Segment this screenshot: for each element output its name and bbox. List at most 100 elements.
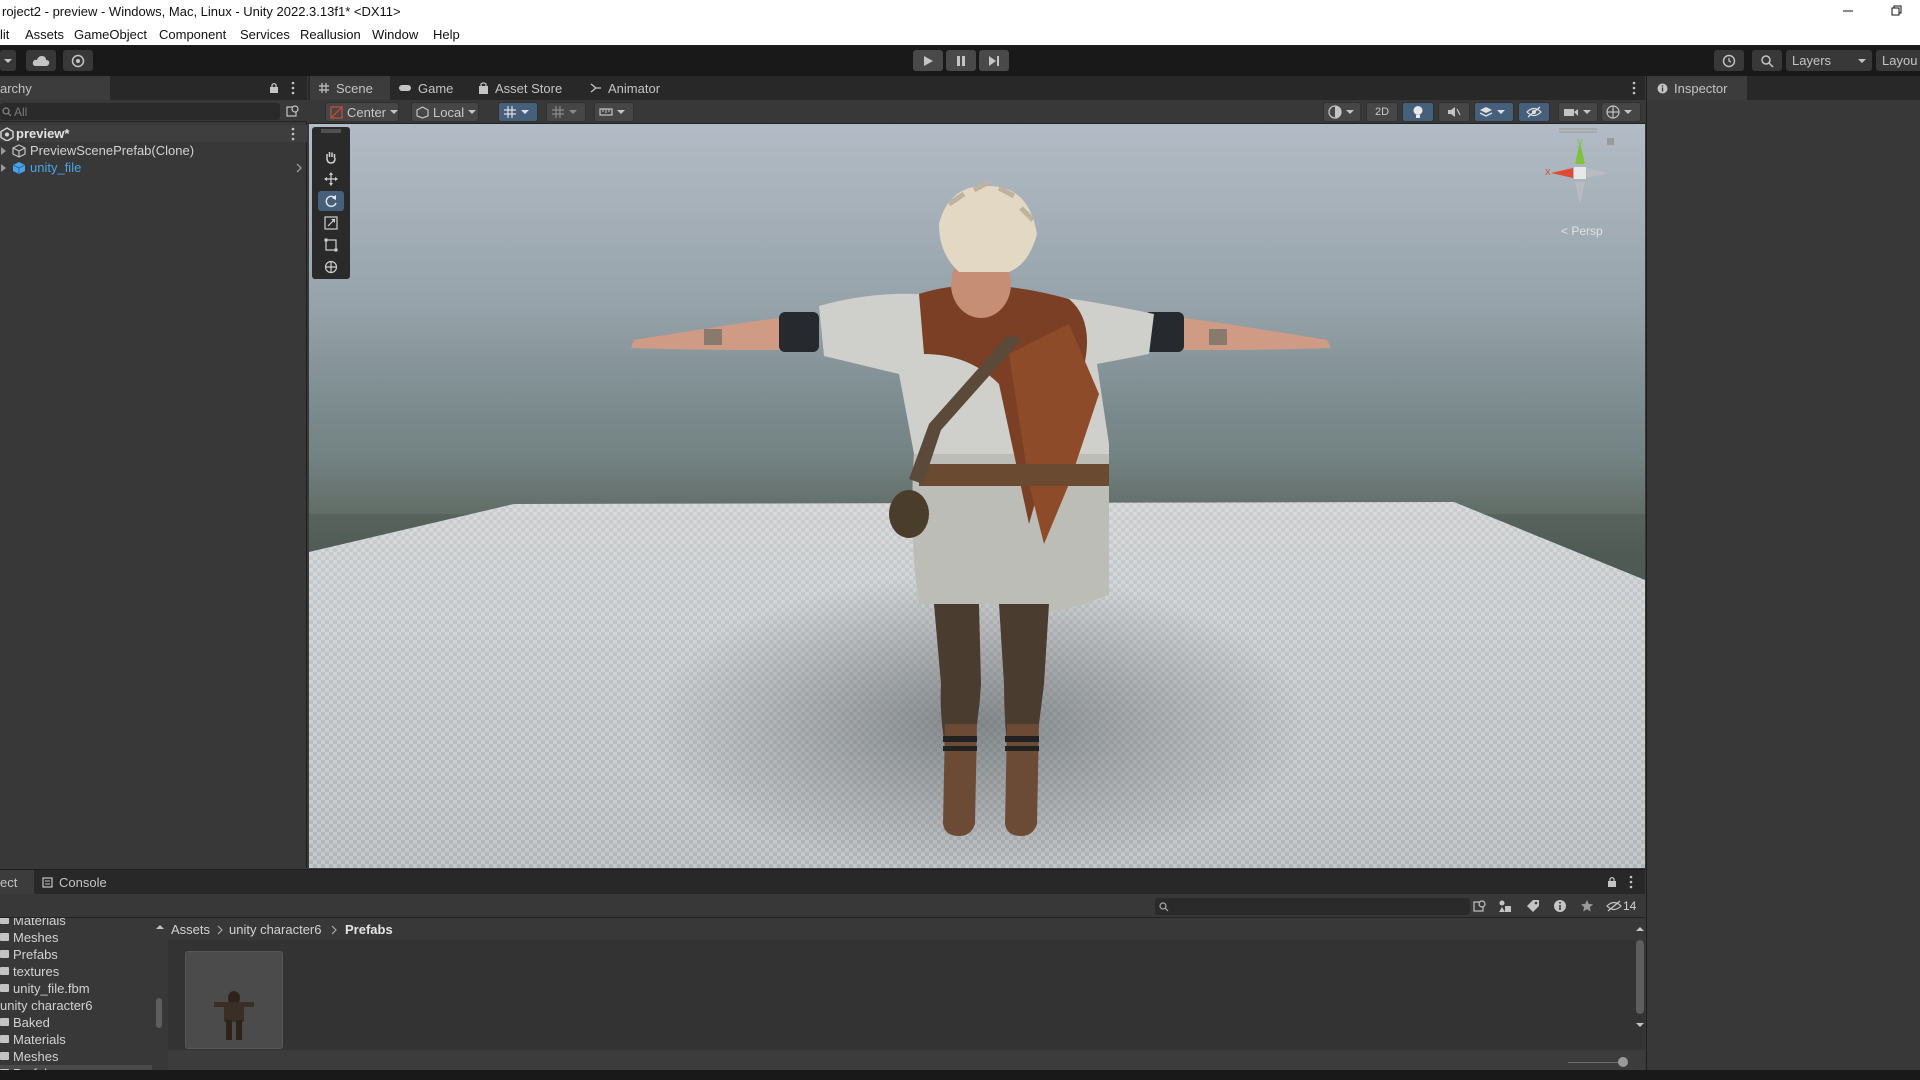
assets-scroll-thumb[interactable] [1636,940,1644,1014]
folder-item[interactable]: textures [0,963,160,980]
scene-viewport[interactable]: y x < Persp [309,124,1645,868]
folder-label: unity character6 [0,998,93,1013]
zoom-slider-handle[interactable] [1618,1057,1628,1067]
layers-dropdown[interactable]: Layers [1786,50,1872,71]
folder-item[interactable]: Baked [0,1014,160,1031]
tree-scroll-thumb[interactable] [156,998,162,1028]
grid-snapping-toggle[interactable] [498,102,538,122]
menu-services[interactable]: Services [240,27,290,42]
tab-hierarchy[interactable]: archy [0,76,110,100]
x-axis-cone[interactable] [1551,168,1573,178]
search-filter-icon[interactable] [1473,899,1487,913]
pivot-center-dropdown[interactable]: Center [325,102,399,122]
restore-button[interactable] [1876,0,1916,23]
hierarchy-item[interactable]: PreviewScenePrefab(Clone) [0,142,307,159]
effects-dropdown[interactable] [1474,102,1514,122]
shading-mode-dropdown[interactable] [1323,102,1361,122]
gizmos-dropdown[interactable] [1601,102,1641,122]
drag-handle-icon[interactable] [321,129,341,133]
rotate-tool-button[interactable] [318,191,344,211]
more-options-icon[interactable] [1631,81,1637,95]
space-local-dropdown[interactable]: Local [411,102,479,122]
breadcrumb-item-current[interactable]: Prefabs [345,922,393,937]
lock-icon[interactable] [1607,876,1617,888]
camera-settings-dropdown[interactable] [1558,102,1598,122]
scale-tool-button[interactable] [318,213,344,233]
scene-row[interactable]: preview* [0,125,307,142]
folder-item[interactable]: unity character6 [0,997,160,1014]
toggle-2d-button[interactable]: 2D [1366,102,1398,122]
search-filter-icon[interactable] [286,104,300,118]
scroll-down-icon[interactable] [1635,1022,1645,1028]
tab-console[interactable]: Console [42,870,122,894]
more-options-icon[interactable] [290,81,296,95]
hierarchy-search-placeholder: All [14,105,28,119]
prefab-thumbnail[interactable] [185,951,283,1049]
rect-transform-icon [324,238,338,252]
folder-item[interactable]: Meshes [0,1048,160,1065]
align-toggle[interactable] [594,102,634,122]
hierarchy-search-input[interactable]: All [0,103,280,120]
folder-item[interactable]: Meshes [0,929,160,946]
hierarchy-item[interactable]: unity_file [0,159,307,176]
hierarchy-search-bar: All [0,100,307,122]
pause-button[interactable] [946,50,976,71]
folder-item[interactable]: Materials [0,918,160,929]
history-button[interactable] [1714,50,1744,71]
favorite-star-icon[interactable] [1580,899,1594,913]
scroll-up-icon[interactable] [155,924,165,930]
menu-help[interactable]: Help [433,27,460,42]
minimize-button[interactable] [1828,0,1868,23]
increment-snapping-toggle[interactable] [546,102,586,122]
tab-asset-store[interactable]: Asset Store [478,76,574,100]
tab-scene[interactable]: Scene [310,76,390,100]
chevron-right-icon[interactable] [295,163,303,173]
cloud-button[interactable] [26,50,56,71]
transform-tool-button[interactable] [318,257,344,277]
more-options-icon[interactable] [290,127,296,141]
tab-inspector[interactable]: Inspector [1647,76,1747,100]
menu-assets[interactable]: Assets [25,27,64,42]
breadcrumb-item[interactable]: Assets [171,922,210,937]
scroll-up-icon[interactable] [1635,926,1645,932]
layout-dropdown[interactable]: Layou [1876,50,1920,71]
label-tag-icon[interactable] [1526,899,1540,913]
expand-arrow-icon[interactable] [0,164,8,172]
rect-tool-button[interactable] [318,235,344,255]
lighting-toggle[interactable] [1402,102,1434,122]
project-panel: ect Console 14 Materials Meshes Prefabs … [0,869,1645,1080]
expand-arrow-icon[interactable] [0,147,8,155]
folder-item[interactable]: Prefabs [0,946,160,963]
menu-edit[interactable]: lit [0,27,9,42]
folder-item[interactable]: Materials [0,1031,160,1048]
eye-hidden-icon[interactable] [1606,900,1622,912]
tree-scrollbar[interactable] [152,918,166,1080]
tab-project[interactable]: ect [0,870,34,894]
play-button[interactable] [913,50,943,71]
filter-by-type-icon[interactable] [1498,899,1512,913]
menu-window[interactable]: Window [372,27,418,42]
tab-hierarchy-label: archy [0,80,32,96]
move-tool-button[interactable] [318,169,344,189]
collab-button[interactable] [63,50,93,71]
account-dropdown[interactable] [0,50,16,71]
projection-label[interactable]: < Persp [1561,224,1603,238]
lock-icon[interactable] [269,82,279,94]
scene-visibility-toggle[interactable] [1518,102,1550,122]
step-button[interactable] [979,50,1009,71]
info-icon[interactable] [1553,899,1567,913]
tab-game[interactable]: Game [398,76,468,100]
folder-item[interactable]: unity_file.fbm [0,980,160,997]
layers-label: Layers [1792,53,1832,68]
hand-tool-button[interactable] [318,147,344,167]
menu-gameobject[interactable]: GameObject [74,27,147,42]
menu-component[interactable]: Component [159,27,226,42]
menu-reallusion[interactable]: Reallusion [300,27,361,42]
project-search-input[interactable] [1155,898,1470,915]
search-button[interactable] [1752,50,1782,71]
breadcrumb-item[interactable]: unity character6 [229,922,322,937]
tab-animator[interactable]: Animator [590,76,680,100]
audio-toggle[interactable] [1438,102,1470,122]
lock-icon[interactable] [1607,138,1614,145]
more-options-icon[interactable] [1628,875,1634,889]
